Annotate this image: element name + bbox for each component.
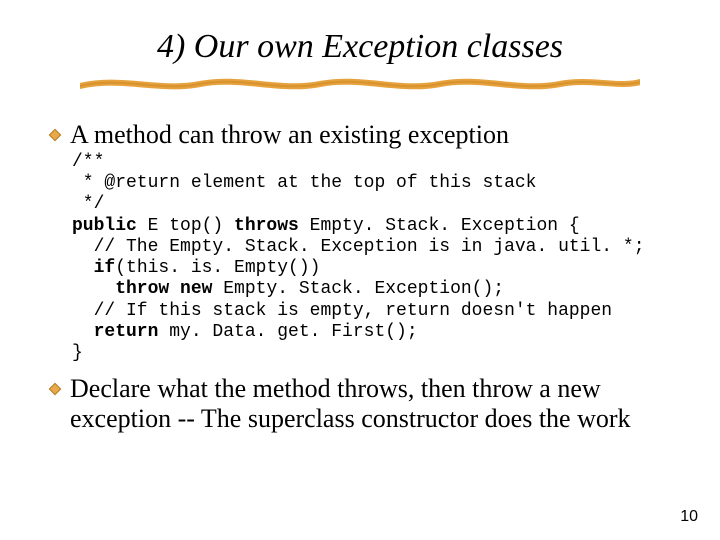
code-kw: public [72,216,137,236]
code-text: my. Data. get. First(); [158,322,417,342]
code-kw: throws [234,216,299,236]
title-underline [48,74,672,92]
diamond-bullet-icon [48,128,62,142]
code-block: /** * @return element at the top of this… [72,152,672,364]
code-text: E top() [137,216,234,236]
bullet-text: A method can throw an existing exception [70,120,509,150]
code-line: } [72,343,83,363]
code-line: // The Empty. Stack. Exception is in jav… [72,237,645,257]
page-number: 10 [680,508,698,526]
bullet-item-2: Declare what the method throws, then thr… [48,374,672,434]
code-line: // If this stack is empty, return doesn'… [72,301,612,321]
code-text: Empty. Stack. Exception(); [212,279,504,299]
code-line: /** [72,152,104,172]
slide-title: 4) Our own Exception classes [48,28,672,66]
wavy-underline-icon [80,74,640,92]
code-kw: throw new [72,279,212,299]
code-kw: return [72,322,158,342]
slide: 4) Our own Exception classes A method ca… [0,0,720,540]
code-text: Empty. Stack. Exception { [299,216,580,236]
code-kw: if [72,258,115,278]
bullet-item-1: A method can throw an existing exception [48,120,672,150]
code-line: * @return element at the top of this sta… [72,173,536,193]
code-text: (this. is. Empty()) [115,258,320,278]
code-line: */ [72,194,104,214]
diamond-bullet-icon [48,382,62,396]
bullet-text: Declare what the method throws, then thr… [70,374,672,434]
